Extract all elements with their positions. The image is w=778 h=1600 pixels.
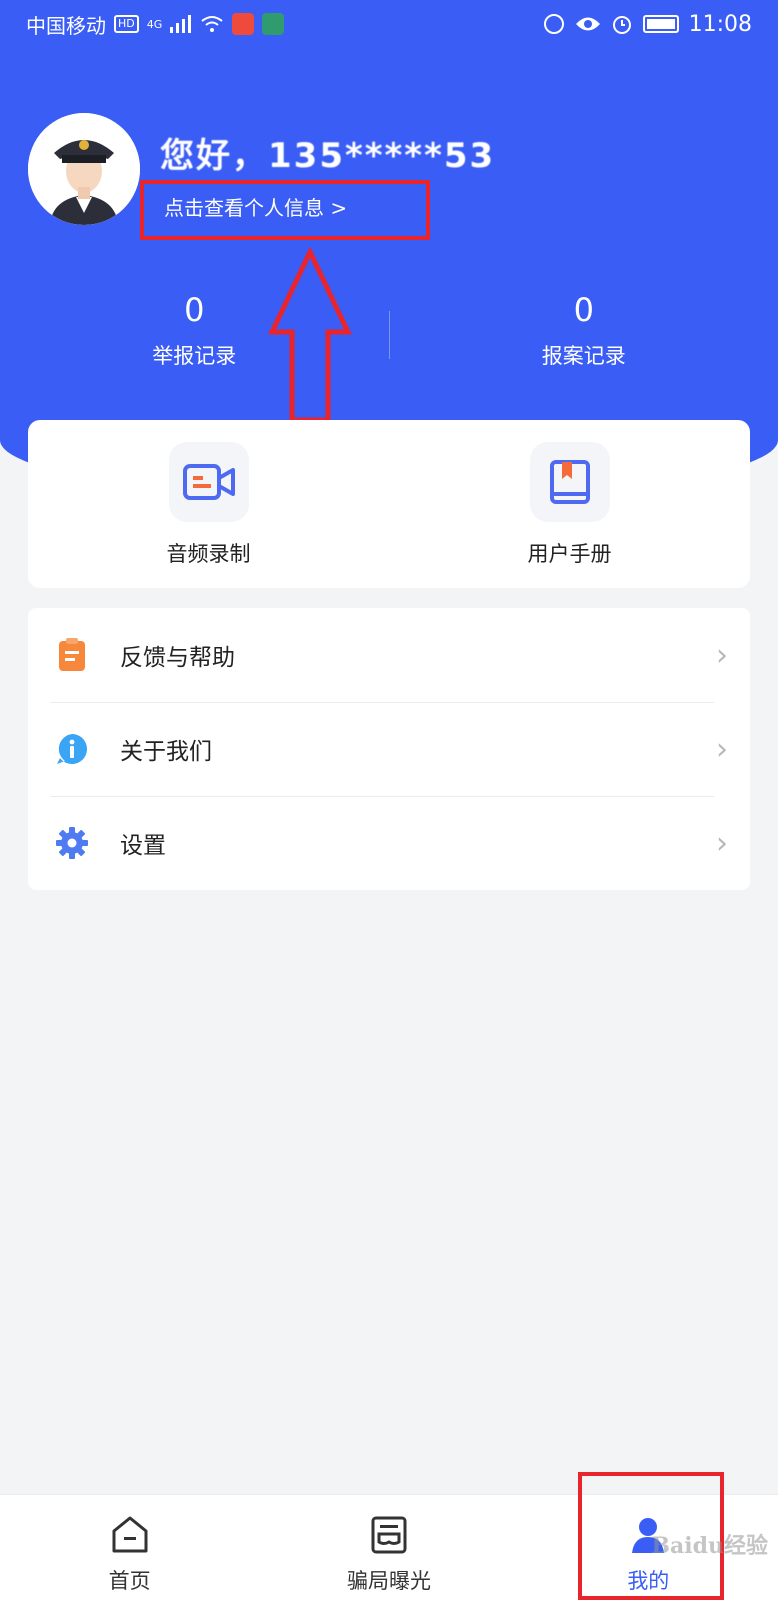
tools-card: 音频录制 用户手册 [28,420,750,588]
eye-icon [575,17,600,31]
signal-icon [170,15,192,33]
menu-list: 反馈与帮助 › 关于我们 › 设置 › [28,608,750,890]
menu-item-settings[interactable]: 设置 › [28,796,750,890]
data-saver-icon [543,14,564,34]
view-profile-link[interactable]: 点击查看个人信息 > [140,180,430,240]
app-notification-icon [232,13,255,35]
tool-audio-record[interactable]: 音频录制 [28,420,389,588]
tab-label: 首页 [108,1569,151,1593]
book-icon [549,460,590,504]
report-label: 举报记录 [152,344,237,368]
police-avatar-icon [28,113,140,225]
menu-label: 关于我们 [120,739,212,765]
menu-label: 设置 [120,833,166,859]
case-label: 报案记录 [541,344,626,368]
case-records-stat[interactable]: 0 报案记录 [390,290,778,380]
video-record-icon [182,464,235,500]
tool-icon-container [529,442,610,522]
tool-user-manual[interactable]: 用户手册 [389,420,750,588]
chevron-right-icon: › [716,825,728,861]
info-icon [57,734,87,764]
bulb-notification-icon [262,13,285,35]
alarm-icon [612,16,631,34]
greeting-text: 您好，135*****53 [160,136,496,176]
exposure-icon [371,1516,407,1554]
battery-icon [642,15,679,33]
avatar[interactable] [28,113,140,225]
tool-icon-container [168,442,249,522]
tab-scam-exposure[interactable]: 骗局曝光 [259,1495,518,1600]
menu-item-about[interactable]: 关于我们 › [28,702,750,796]
menu-label: 反馈与帮助 [120,645,235,671]
clipboard-icon [59,638,85,671]
tool-label: 音频录制 [166,542,251,566]
report-records-stat[interactable]: 0 举报记录 [0,290,389,380]
stats-row: 0 举报记录 0 报案记录 [0,290,778,380]
chevron-right-icon: › [716,731,728,767]
network-type: 4G [146,17,163,31]
carrier-text: 中国移动 [26,13,106,38]
wifi-icon [201,16,223,32]
case-count: 0 [573,291,594,329]
tab-label: 骗局曝光 [346,1569,431,1593]
home-icon [112,1516,148,1553]
tool-label: 用户手册 [527,542,612,566]
status-bar: 中国移动 HD 4G 11:08 [0,0,778,48]
gear-icon [56,827,88,859]
report-count: 0 [184,291,205,329]
status-time: 11:08 [688,11,752,37]
watermark-text: Baidu经验 [651,1533,768,1559]
menu-item-feedback[interactable]: 反馈与帮助 › [28,608,750,702]
chevron-right-icon: › [716,637,728,673]
hd-badge: HD [114,15,139,33]
tab-home[interactable]: 首页 [0,1495,259,1600]
